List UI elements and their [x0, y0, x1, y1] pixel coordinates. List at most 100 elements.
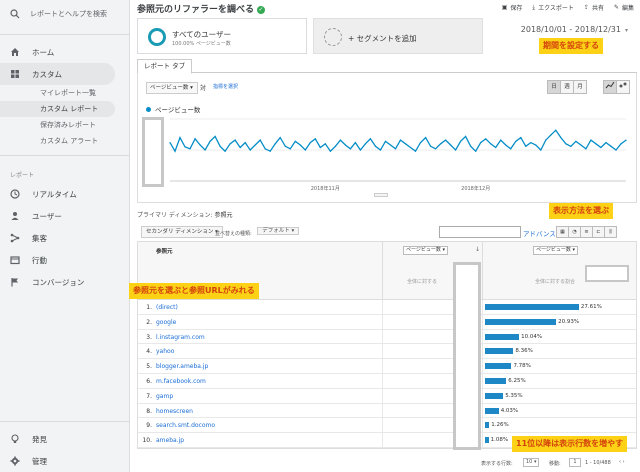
- source-link[interactable]: homescreen: [156, 408, 193, 415]
- data-point: [560, 137, 562, 139]
- data-point: [525, 145, 527, 147]
- column-header-contribution: ページビュー数 ▾ 全体に対する割合: [482, 242, 638, 300]
- data-point: [204, 149, 206, 151]
- motion-chart-icon[interactable]: [616, 80, 630, 94]
- table-footer: 表示する行数: 10 ▾ 移動: 1 1 - 10/488 ‹ ›: [137, 456, 637, 470]
- goto-input[interactable]: 1: [569, 458, 581, 467]
- source-link[interactable]: l.instagram.com: [156, 334, 205, 341]
- share-button[interactable]: ⇪ 共有: [584, 3, 604, 12]
- data-point: [465, 135, 467, 137]
- data-point: [219, 145, 221, 147]
- source-link[interactable]: search.smt.docomo: [156, 422, 215, 429]
- advanced-filter-link[interactable]: アドバンス: [523, 228, 556, 238]
- sort-type-select[interactable]: デフォルト ▾: [257, 227, 300, 235]
- rows-select[interactable]: 10 ▾: [523, 458, 540, 467]
- column1-metric-select[interactable]: ページビュー数 ▾: [403, 246, 448, 255]
- sidebar-search[interactable]: レポートとヘルプを検索: [0, 0, 129, 28]
- sidebar-sub-custom-alerts[interactable]: カスタム アラート: [0, 133, 129, 149]
- data-point: [520, 137, 522, 139]
- sidebar-item-users[interactable]: ユーザー: [0, 205, 129, 227]
- row-number: 3.: [146, 333, 152, 341]
- data-point: [595, 143, 597, 145]
- resize-handle[interactable]: [374, 193, 388, 197]
- data-point: [314, 138, 316, 140]
- data-point: [319, 146, 321, 149]
- source-link[interactable]: google: [156, 319, 176, 326]
- data-point: [169, 142, 171, 144]
- annotation-rows: 11位以降は表示行数を増やす: [512, 436, 628, 452]
- row-number: 1.: [146, 304, 152, 311]
- sidebar-item-label: ユーザー: [32, 211, 62, 221]
- source-link[interactable]: (direct): [156, 304, 178, 311]
- pivot-view-icon[interactable]: ⫼: [604, 226, 617, 238]
- edit-button[interactable]: ✎ 編集: [614, 3, 634, 12]
- sidebar-sub-custom-reports[interactable]: カスタム レポート: [0, 101, 115, 117]
- source-link[interactable]: gamp: [156, 393, 173, 400]
- next-page-icon[interactable]: ›: [623, 459, 625, 465]
- source-link[interactable]: yahoo: [156, 348, 174, 355]
- sort-arrow-icon[interactable]: ↓: [475, 246, 480, 253]
- contribution-percent: 6.25%: [508, 377, 526, 384]
- table-row: 2. google 20.93%: [138, 314, 636, 330]
- period-buttons: 日 週 月: [547, 80, 587, 94]
- source-link[interactable]: ameba.jp: [156, 437, 184, 444]
- sidebar-item-discover[interactable]: 発見: [0, 428, 130, 450]
- column-header-source[interactable]: 参照元: [156, 247, 173, 255]
- export-button[interactable]: ⤓ エクスポート: [532, 3, 573, 13]
- period-week-button[interactable]: 週: [560, 80, 574, 94]
- sidebar-search-label: レポートとヘルプを検索: [30, 10, 107, 18]
- save-button[interactable]: ▣ 保存: [502, 3, 523, 12]
- data-point: [610, 145, 612, 147]
- period-day-button[interactable]: 日: [547, 80, 561, 94]
- save-label: 保存: [510, 5, 523, 12]
- data-point: [389, 144, 392, 146]
- column2-metric-select[interactable]: ページビュー数 ▾: [533, 246, 578, 255]
- sidebar-item-label: 管理: [32, 456, 47, 466]
- sidebar-item-acquisition[interactable]: 集客: [0, 227, 129, 249]
- contribution-percent: 20.93%: [558, 318, 580, 325]
- secondary-dimension-select[interactable]: セカンダリ ディメンション ▾: [141, 226, 223, 238]
- sidebar-bottom: 発見 管理: [0, 415, 130, 472]
- select-metric-link[interactable]: 指標を選択: [213, 83, 238, 90]
- table-search-input[interactable]: [439, 226, 521, 238]
- sidebar-sub-saved-reports[interactable]: 保存済みレポート: [0, 117, 129, 133]
- tab-report[interactable]: レポート タブ: [137, 59, 193, 74]
- legend-dot-icon: [146, 107, 151, 112]
- segment-name: すべてのユーザー: [172, 30, 232, 39]
- table-row: 7. gamp 5.35%: [138, 388, 636, 404]
- data-point: [194, 138, 196, 140]
- sort-type-label: 並べ替えの種類: デフォルト ▾: [215, 227, 300, 239]
- segment-empty-icon: [324, 28, 342, 46]
- date-range-picker[interactable]: 2018/10/01 - 2018/12/31 ▾: [521, 25, 628, 34]
- metric-select[interactable]: ページビュー数 ▾: [146, 82, 198, 94]
- sidebar-item-home[interactable]: ホーム: [0, 41, 129, 63]
- add-segment-button[interactable]: + セグメントを追加: [313, 18, 483, 54]
- sidebar-item-custom[interactable]: カスタム: [0, 63, 115, 85]
- sidebar-item-admin[interactable]: 管理: [0, 450, 130, 472]
- data-point: [555, 129, 557, 131]
- sidebar-sub-my-reports[interactable]: マイレポート一覧: [0, 85, 129, 101]
- source-link[interactable]: m.facebook.com: [156, 378, 206, 385]
- line-chart-icon[interactable]: [603, 80, 617, 94]
- segment-all-users[interactable]: すべてのユーザー 100.00% ページビュー数: [137, 18, 307, 54]
- sidebar-item-realtime[interactable]: リアルタイム: [0, 183, 129, 205]
- contribution-bar: [485, 333, 520, 340]
- primary-dimension-value[interactable]: 参照元: [214, 212, 232, 219]
- period-month-button[interactable]: 月: [573, 80, 587, 94]
- table-row: 4. yahoo 8.36%: [138, 344, 636, 360]
- source-link[interactable]: blogger.ameba.jp: [156, 363, 208, 370]
- data-point: [545, 139, 547, 141]
- prev-page-icon[interactable]: ‹: [619, 459, 621, 465]
- data-point: [409, 146, 412, 149]
- data-point: [419, 142, 422, 144]
- data-point: [274, 143, 276, 145]
- data-point: [334, 145, 336, 147]
- primary-dimension-label: プライマリ ディメンション:: [137, 212, 213, 219]
- segment-circle-icon: [148, 28, 166, 46]
- sidebar-item-conversion[interactable]: コンバージョン: [0, 271, 129, 293]
- column2-total-label: 全体に対する割合: [535, 279, 576, 285]
- data-point: [309, 142, 311, 144]
- sidebar-item-label: 発見: [32, 434, 47, 444]
- sidebar-item-behavior[interactable]: 行動: [0, 249, 129, 271]
- data-point: [615, 149, 617, 151]
